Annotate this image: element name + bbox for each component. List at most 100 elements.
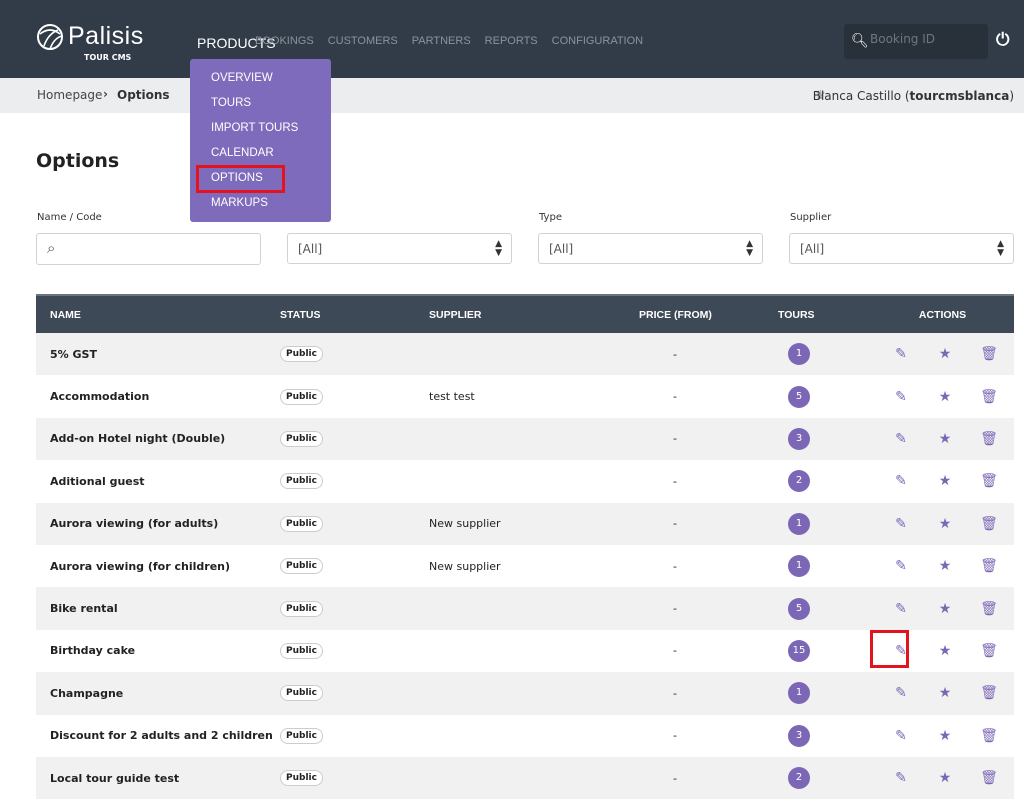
edit-icon[interactable]: ✎ [879, 558, 923, 574]
supplier-cell [429, 417, 639, 461]
option-name[interactable]: Add-on Hotel night (Double) [36, 417, 280, 461]
trash-icon[interactable]: 🗑︎ [967, 601, 1011, 617]
option-name[interactable]: Aurora viewing (for children) [36, 544, 280, 588]
nav-reports[interactable]: REPORTS [485, 35, 538, 51]
supplier-select[interactable]: [All] ▲ ▼ [789, 233, 1014, 264]
edit-icon[interactable]: ✎ [879, 516, 923, 532]
power-icon[interactable]: ⏻ [996, 30, 1009, 50]
col-supplier[interactable]: SUPPLIER [429, 294, 639, 333]
trash-icon[interactable]: 🗑︎ [967, 558, 1011, 574]
table-row[interactable]: Aurora viewing (for children) Public New… [36, 544, 1014, 588]
star-icon[interactable]: ★ [923, 770, 967, 786]
name-code-input[interactable]: ⌕ [36, 233, 261, 265]
trash-icon[interactable]: 🗑︎ [967, 685, 1011, 701]
menu-markups[interactable]: MARKUPS [211, 197, 268, 209]
tours-count-badge[interactable]: 1 [788, 682, 810, 705]
option-name[interactable]: Discount for 2 adults and 2 children [36, 714, 280, 757]
table-row[interactable]: Bike rental Public - 5 ✎ ★ 🗑︎ [36, 587, 1014, 630]
trash-icon[interactable]: 🗑︎ [967, 431, 1011, 447]
nav-bookings[interactable]: BOOKINGS [255, 35, 314, 51]
supplier-cell [429, 714, 639, 757]
tours-count-badge[interactable]: 1 [788, 555, 810, 578]
star-icon[interactable]: ★ [923, 728, 967, 744]
edit-icon[interactable]: ✎ [879, 601, 923, 617]
star-icon[interactable]: ★ [923, 389, 967, 405]
option-name[interactable]: 5% GST [36, 333, 280, 376]
tours-count-badge[interactable]: 2 [788, 470, 810, 493]
table-row[interactable]: Aditional guest Public - 2 ✎ ★ 🗑︎ [36, 460, 1014, 503]
menu-tours[interactable]: TOURS [211, 97, 251, 109]
trash-icon[interactable]: 🗑︎ [967, 346, 1011, 362]
tours-count-badge[interactable]: 5 [788, 597, 810, 620]
booking-id-input[interactable] [870, 32, 980, 46]
table-row[interactable]: Birthday cake Public - 15 ✎ ★ 🗑︎ [36, 629, 1014, 673]
actions-cell: ✎ ★ 🗑︎ [871, 544, 1014, 588]
trash-icon[interactable]: 🗑︎ [967, 473, 1011, 489]
nav-configuration[interactable]: CONFIGURATION [552, 35, 643, 51]
nav-products[interactable]: PRODUCTS [197, 35, 276, 51]
star-icon[interactable]: ★ [923, 516, 967, 532]
trash-icon[interactable]: 🗑︎ [967, 770, 1011, 786]
star-icon[interactable]: ★ [923, 601, 967, 617]
tours-count-badge[interactable]: 3 [788, 724, 810, 747]
star-icon[interactable]: ★ [923, 346, 967, 362]
breadcrumb-current: Options [117, 88, 170, 102]
trash-icon[interactable]: 🗑︎ [967, 516, 1011, 532]
star-icon[interactable]: ★ [923, 558, 967, 574]
option-name[interactable]: Accommodation [36, 375, 280, 418]
table-row[interactable]: Local tour guide test Public - 2 ✎ ★ 🗑︎ [36, 756, 1014, 800]
tours-count-badge[interactable]: 2 [788, 767, 810, 790]
trash-icon[interactable]: 🗑︎ [967, 728, 1011, 744]
search-icon: ⌕ [47, 239, 56, 257]
table-row[interactable]: Champagne Public - 1 ✎ ★ 🗑︎ [36, 672, 1014, 715]
edit-icon[interactable]: ✎ [879, 473, 923, 489]
option-name[interactable]: Birthday cake [36, 629, 280, 673]
status-select[interactable]: [All] ▲ ▼ [287, 233, 512, 264]
nav-partners[interactable]: PARTNERS [412, 35, 471, 51]
tours-count-badge[interactable]: 1 [788, 343, 810, 366]
table-row[interactable]: 5% GST Public - 1 ✎ ★ 🗑︎ [36, 333, 1014, 376]
col-status[interactable]: STATUS [280, 294, 429, 333]
actions-cell: ✎ ★ 🗑︎ [871, 333, 1014, 376]
option-name[interactable]: Aditional guest [36, 460, 280, 503]
star-icon[interactable]: ★ [923, 643, 967, 659]
option-name[interactable]: Aurora viewing (for adults) [36, 502, 280, 545]
menu-calendar[interactable]: CALENDAR [211, 147, 274, 159]
type-label: Type [539, 212, 562, 223]
col-price[interactable]: PRICE (FROM) [639, 294, 778, 333]
tours-cell: 1 [778, 544, 871, 588]
table-row[interactable]: Accommodation Public test test - 5 ✎ ★ 🗑︎ [36, 375, 1014, 418]
edit-icon[interactable]: ✎ [879, 728, 923, 744]
user-info[interactable]: Blanca Castillo (tourcmsblanca) [813, 89, 1014, 103]
menu-overview[interactable]: OVERVIEW [211, 72, 273, 84]
palisis-logo[interactable]: Palisis TOUR CMS [36, 22, 143, 62]
tours-count-badge[interactable]: 1 [788, 512, 810, 535]
menu-import-tours[interactable]: IMPORT TOURS [211, 122, 298, 134]
tours-count-badge[interactable]: 3 [788, 427, 810, 450]
option-name[interactable]: Champagne [36, 672, 280, 715]
edit-icon[interactable]: ✎ [879, 685, 923, 701]
breadcrumb-home[interactable]: Homepage [37, 88, 102, 102]
option-name[interactable]: Bike rental [36, 587, 280, 630]
option-name[interactable]: Local tour guide test [36, 756, 280, 800]
nav-customers[interactable]: CUSTOMERS [328, 35, 398, 51]
col-tours[interactable]: TOURS [778, 294, 871, 333]
tours-count-badge[interactable]: 5 [788, 385, 810, 408]
type-select[interactable]: [All] ▲ ▼ [538, 233, 763, 264]
status-badge: Public [280, 600, 323, 617]
star-icon[interactable]: ★ [923, 473, 967, 489]
edit-icon[interactable]: ✎ [879, 431, 923, 447]
edit-icon[interactable]: ✎ [879, 770, 923, 786]
tours-count-badge[interactable]: 15 [788, 639, 810, 662]
star-icon[interactable]: ★ [923, 431, 967, 447]
col-name[interactable]: NAME [36, 294, 280, 333]
table-row[interactable]: Discount for 2 adults and 2 children Pub… [36, 714, 1014, 757]
table-row[interactable]: Aurora viewing (for adults) Public New s… [36, 502, 1014, 545]
status-badge: Public [280, 346, 323, 363]
trash-icon[interactable]: 🗑︎ [967, 389, 1011, 405]
table-row[interactable]: Add-on Hotel night (Double) Public - 3 ✎… [36, 417, 1014, 461]
edit-icon[interactable]: ✎ [879, 389, 923, 405]
edit-icon[interactable]: ✎ [879, 346, 923, 362]
star-icon[interactable]: ★ [923, 685, 967, 701]
trash-icon[interactable]: 🗑︎ [967, 643, 1011, 659]
